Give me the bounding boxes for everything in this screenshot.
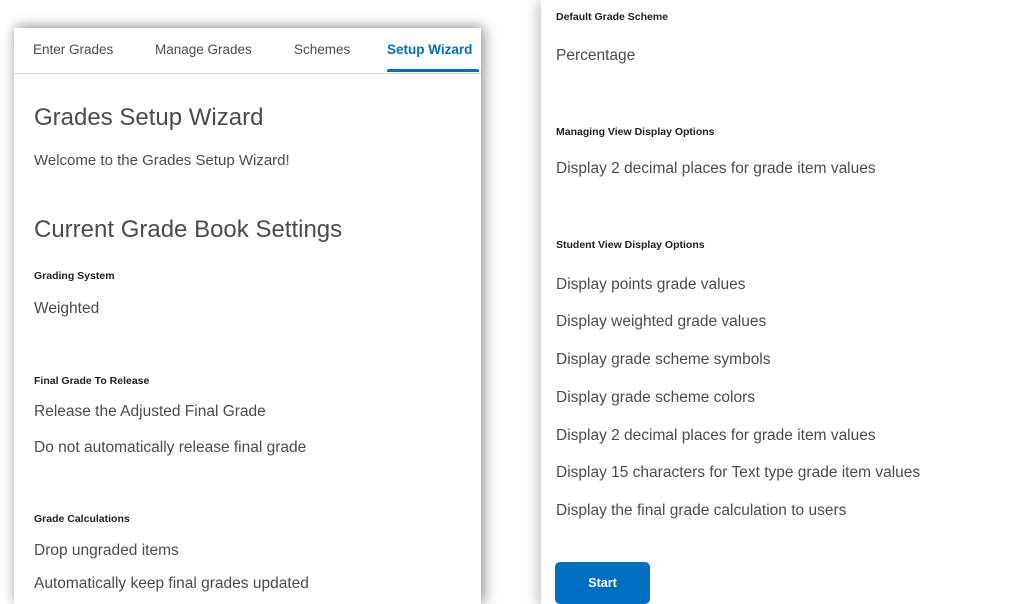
student-view-option: Display grade scheme symbols xyxy=(556,351,771,368)
grade-calculations-label: Grade Calculations xyxy=(34,513,130,525)
page-title: Grades Setup Wizard xyxy=(34,104,264,131)
tab-setup-wizard[interactable]: Setup Wizard xyxy=(387,42,472,57)
grades-tab-bar: Enter Grades Manage Grades Schemes Setup… xyxy=(14,28,481,74)
tab-schemes[interactable]: Schemes xyxy=(294,42,350,57)
student-view-option: Display the final grade calculation to u… xyxy=(556,502,847,519)
final-grade-value: Do not automatically release final grade xyxy=(34,439,307,456)
active-tab-indicator xyxy=(387,69,479,72)
managing-view-label: Managing View Display Options xyxy=(556,126,715,138)
student-view-label: Student View Display Options xyxy=(556,239,705,251)
tab-enter-grades[interactable]: Enter Grades xyxy=(33,42,113,57)
grade-calculations-value: Automatically keep final grades updated xyxy=(34,575,309,592)
default-scheme-value: Percentage xyxy=(556,47,636,64)
section-title: Current Grade Book Settings xyxy=(34,216,343,243)
final-grade-label: Final Grade To Release xyxy=(34,375,150,387)
final-grade-value: Release the Adjusted Final Grade xyxy=(34,403,266,420)
grading-system-value: Weighted xyxy=(34,300,100,317)
wizard-left-panel: Enter Grades Manage Grades Schemes Setup… xyxy=(14,28,481,604)
welcome-text: Welcome to the Grades Setup Wizard! xyxy=(34,152,290,169)
student-view-option: Display 15 characters for Text type grad… xyxy=(556,464,921,481)
student-view-option: Display points grade values xyxy=(556,276,746,293)
wizard-right-panel: Default Grade Scheme Percentage Managing… xyxy=(541,0,1019,604)
start-button[interactable]: Start xyxy=(555,562,650,604)
default-scheme-label: Default Grade Scheme xyxy=(556,11,669,23)
managing-view-option: Display 2 decimal places for grade item … xyxy=(556,160,876,177)
tab-manage-grades[interactable]: Manage Grades xyxy=(155,42,252,57)
grading-system-label: Grading System xyxy=(34,270,115,282)
screenshot-stage: Enter Grades Manage Grades Schemes Setup… xyxy=(0,0,1019,604)
grade-calculations-value: Drop ungraded items xyxy=(34,542,179,559)
student-view-option: Display weighted grade values xyxy=(556,313,767,330)
student-view-option: Display grade scheme colors xyxy=(556,389,756,406)
student-view-option: Display 2 decimal places for grade item … xyxy=(556,427,876,444)
